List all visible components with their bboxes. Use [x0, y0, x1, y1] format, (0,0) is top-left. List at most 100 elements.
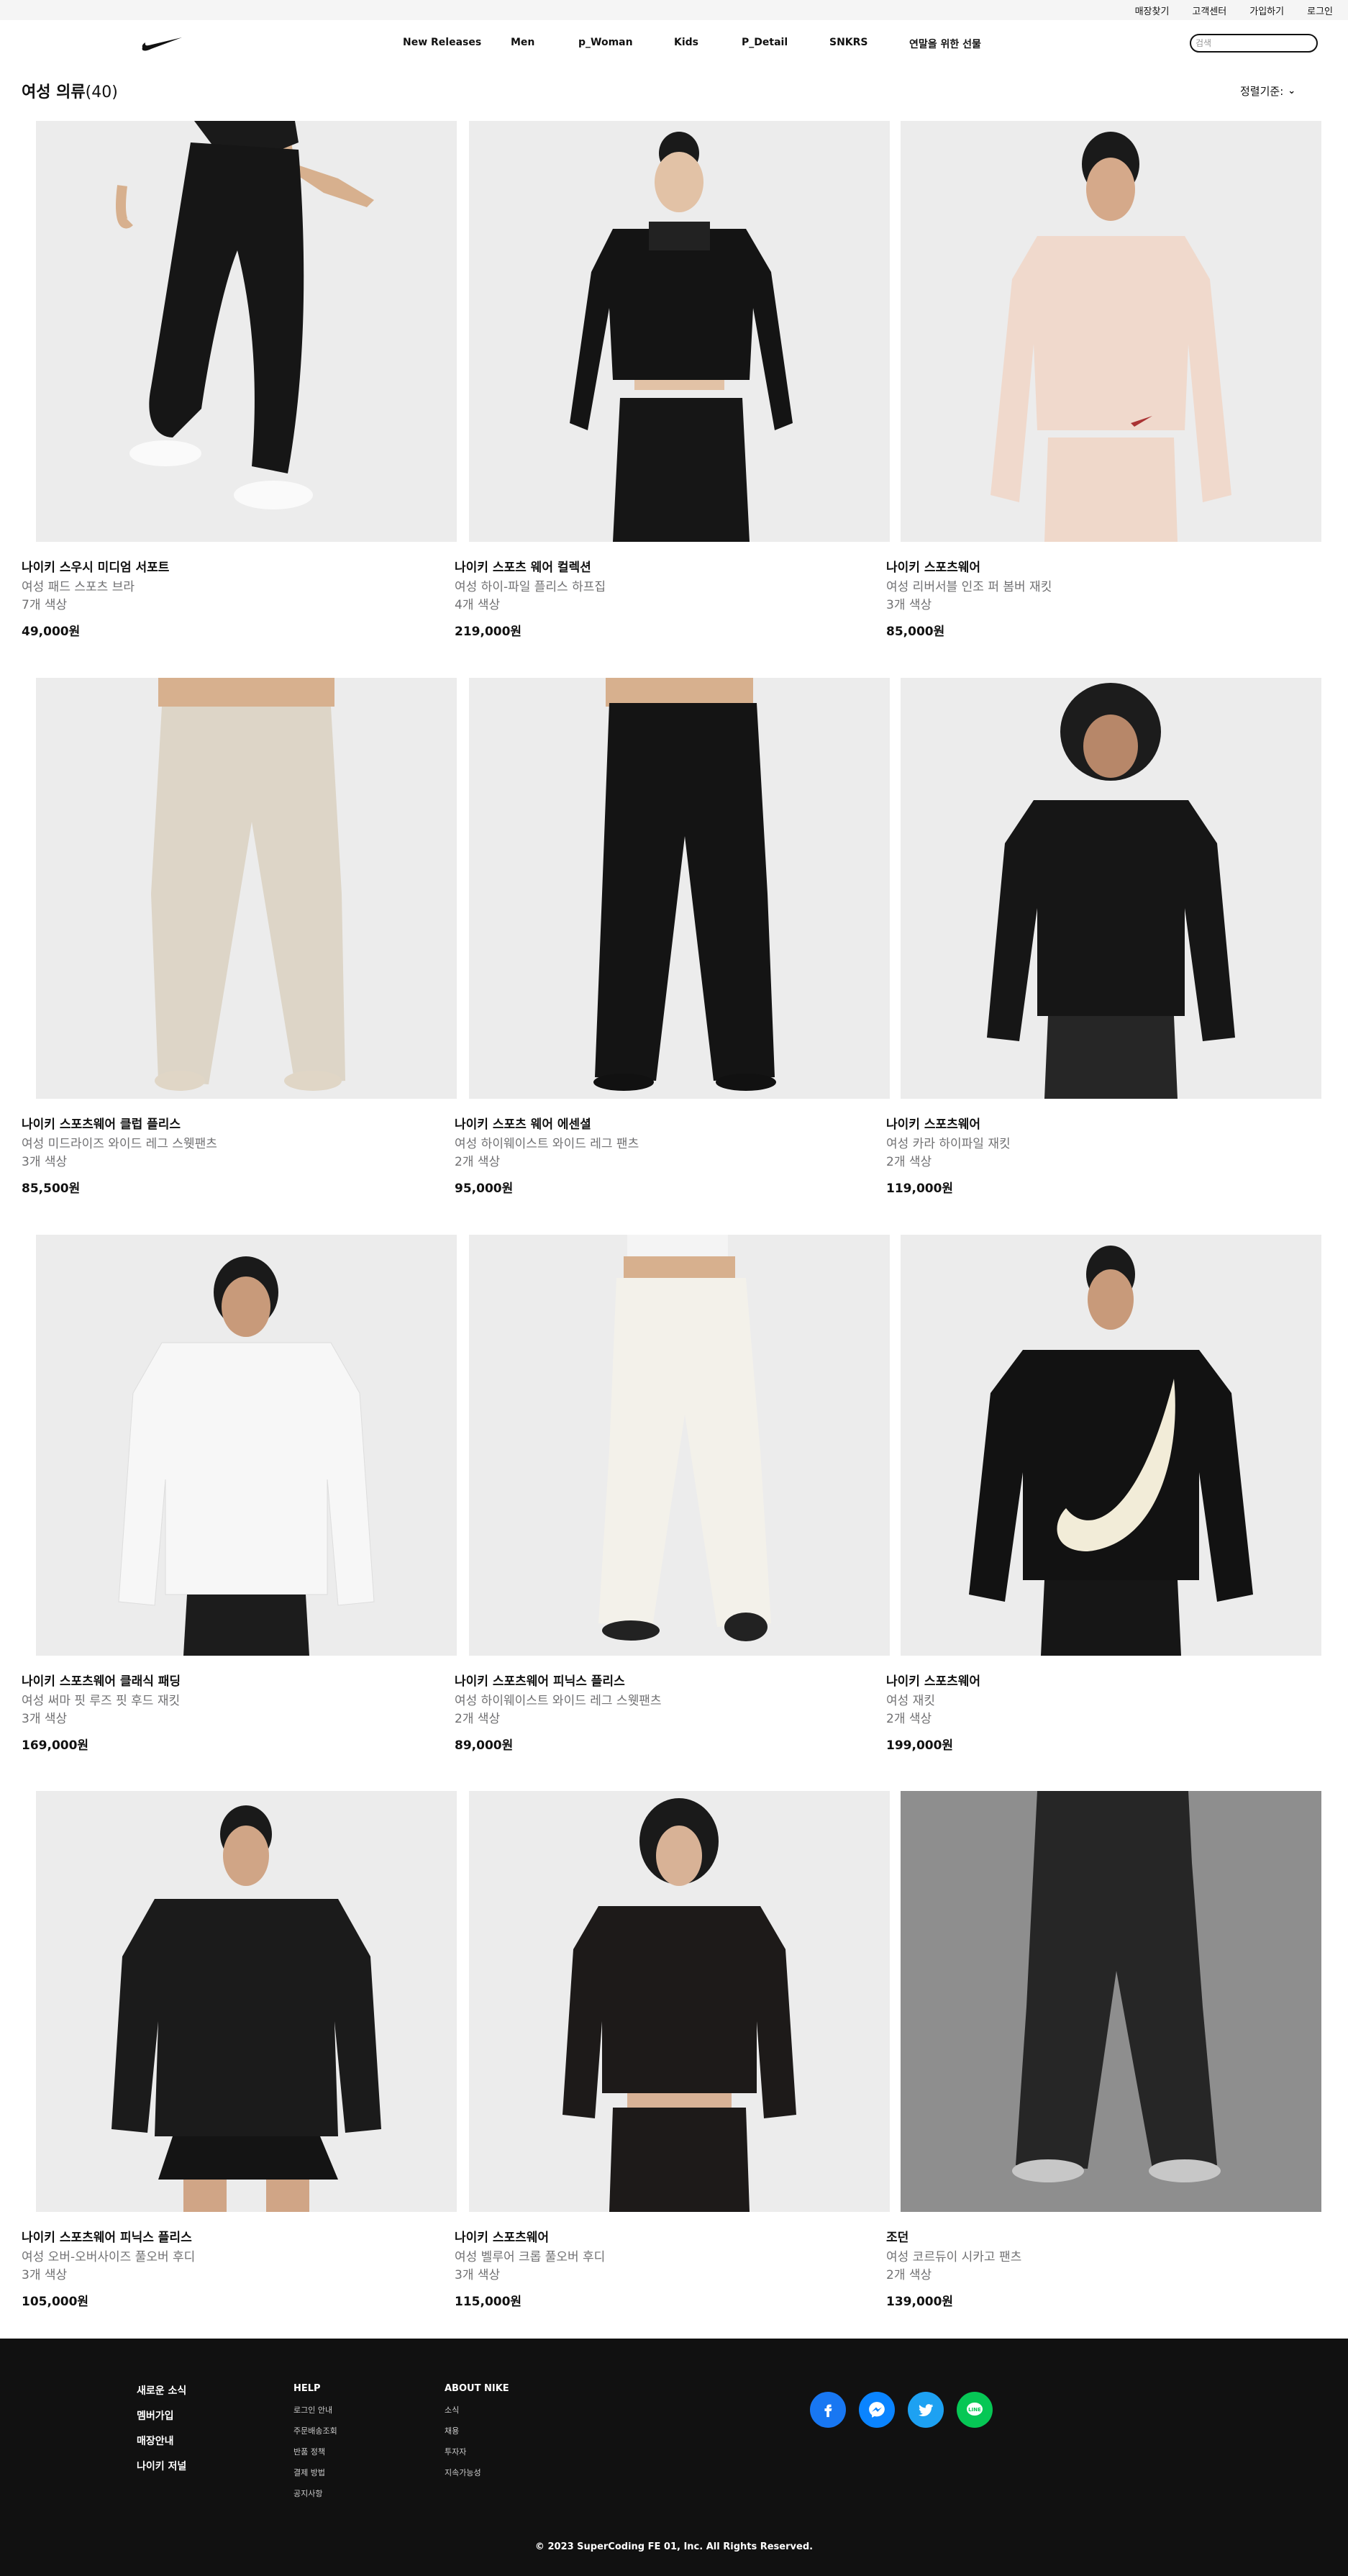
- footer-main-links: 새로운 소식 멤버가입 매장안내 나이키 저널: [137, 2383, 186, 2484]
- nav-men[interactable]: Men: [511, 37, 534, 48]
- utility-bar: 매장찾기 고객센터 가입하기 로그인: [0, 0, 1348, 20]
- product-price: 85,000원: [886, 625, 945, 639]
- product-subtitle: 여성 미드라이즈 와이드 레그 스웻팬츠: [22, 1137, 217, 1151]
- product-subtitle: 여성 하이웨이스트 와이드 레그 팬츠: [455, 1137, 639, 1151]
- product-subtitle: 여성 써마 핏 루즈 핏 후드 재킷: [22, 1694, 181, 1708]
- product-name[interactable]: 나이키 스포츠웨어 피닉스 플리스: [455, 1671, 625, 1689]
- product-price: 139,000원: [886, 2295, 954, 2309]
- customer-service-link[interactable]: 고객센터: [1192, 4, 1226, 17]
- sort-label: 정렬기준:: [1240, 85, 1284, 98]
- product-subtitle: 여성 카라 하이파일 재킷: [886, 1137, 1011, 1151]
- product-image[interactable]: [901, 121, 1321, 542]
- footer-about-heading: ABOUT NIKE: [445, 2383, 509, 2394]
- product-colors: 2개 색상: [455, 1155, 501, 1169]
- main-nav: New Releases Men p_Woman Kids P_Detail S…: [0, 20, 1348, 66]
- nav-gifts[interactable]: 연말을 위한 선물: [909, 37, 981, 51]
- product-subtitle: 여성 재킷: [886, 1694, 935, 1708]
- product-image[interactable]: [469, 678, 890, 1099]
- footer-help-link[interactable]: 반품 정책: [293, 2446, 337, 2457]
- product-image[interactable]: [901, 1791, 1321, 2212]
- search-box[interactable]: [1190, 34, 1318, 53]
- footer-help-link[interactable]: 로그인 안내: [293, 2404, 337, 2416]
- product-name[interactable]: 나이키 스포츠웨어 클럽 플리스: [22, 1114, 181, 1132]
- nav-links: New Releases Men p_Woman Kids P_Detail S…: [0, 20, 1348, 66]
- footer-help-link[interactable]: 결제 방법: [293, 2467, 337, 2478]
- join-link[interactable]: 가입하기: [1249, 4, 1284, 17]
- product-colors: 3개 색상: [22, 1712, 68, 1726]
- product-price: 115,000원: [455, 2295, 522, 2309]
- chevron-down-icon: ⌄: [1288, 86, 1296, 96]
- product-colors: 3개 색상: [22, 2268, 68, 2282]
- product-name[interactable]: 나이키 스포츠웨어: [886, 1114, 980, 1132]
- footer-about-link[interactable]: 투자자: [445, 2446, 509, 2457]
- product-image[interactable]: [36, 121, 457, 542]
- product-image[interactable]: [469, 1235, 890, 1656]
- footer-membership-link[interactable]: 멤버가입: [137, 2408, 186, 2423]
- product-image[interactable]: [36, 678, 457, 1099]
- product-subtitle: 여성 오버-오버사이즈 풀오버 후디: [22, 2250, 196, 2264]
- login-link[interactable]: 로그인: [1307, 4, 1333, 17]
- nav-snkrs[interactable]: SNKRS: [829, 37, 868, 48]
- product-image[interactable]: [36, 1235, 457, 1656]
- line-icon[interactable]: LINE: [957, 2392, 993, 2428]
- store-locator-link[interactable]: 매장찾기: [1135, 4, 1170, 17]
- footer-help-link[interactable]: 공지사항: [293, 2487, 337, 2499]
- product-colors: 2개 색상: [886, 1155, 932, 1169]
- product-name[interactable]: 나이키 스포츠 웨어 에센셜: [455, 1114, 591, 1132]
- product-subtitle: 여성 하이웨이스트 와이드 레그 스웻팬츠: [455, 1694, 662, 1708]
- footer-about-link[interactable]: 소식: [445, 2404, 509, 2416]
- footer-journal-link[interactable]: 나이키 저널: [137, 2459, 186, 2473]
- product-subtitle: 여성 코르듀이 시카고 팬츠: [886, 2250, 1022, 2264]
- page-title-text: 여성 의류: [22, 83, 86, 101]
- product-colors: 7개 색상: [22, 598, 68, 612]
- product-price: 119,000원: [886, 1182, 954, 1196]
- footer-news-link[interactable]: 새로운 소식: [137, 2383, 186, 2398]
- facebook-icon[interactable]: [810, 2392, 846, 2428]
- product-name[interactable]: 나이키 스포츠웨어 피닉스 플리스: [22, 2227, 192, 2245]
- product-name[interactable]: 나이키 스포츠웨어: [455, 2227, 549, 2245]
- product-subtitle: 여성 패드 스포츠 브라: [22, 580, 135, 594]
- footer: 새로운 소식 멤버가입 매장안내 나이키 저널 HELP 로그인 안내 주문배송…: [0, 2339, 1348, 2576]
- nav-new-releases[interactable]: New Releases: [403, 37, 481, 48]
- product-name[interactable]: 나이키 스포츠웨어: [886, 557, 980, 575]
- search-input[interactable]: [1196, 38, 1311, 48]
- product-colors: 2개 색상: [886, 1712, 932, 1726]
- product-image[interactable]: [469, 121, 890, 542]
- footer-help-link[interactable]: 주문배송조회: [293, 2425, 337, 2436]
- footer-about-link[interactable]: 채용: [445, 2425, 509, 2436]
- footer-store-link[interactable]: 매장안내: [137, 2434, 186, 2448]
- product-price: 219,000원: [455, 625, 522, 639]
- messenger-icon[interactable]: [859, 2392, 895, 2428]
- sort-dropdown[interactable]: 정렬기준: ⌄: [1240, 83, 1295, 99]
- twitter-icon[interactable]: [908, 2392, 944, 2428]
- product-price: 49,000원: [22, 625, 81, 639]
- product-name[interactable]: 나이키 스포츠웨어 클래식 패딩: [22, 1671, 181, 1689]
- product-colors: 2개 색상: [886, 2268, 932, 2282]
- product-image[interactable]: [901, 678, 1321, 1099]
- footer-help-column: HELP 로그인 안내 주문배송조회 반품 정책 결제 방법 공지사항: [293, 2383, 337, 2508]
- product-name[interactable]: 조던: [886, 2227, 908, 2245]
- product-subtitle: 여성 하이-파일 플리스 하프집: [455, 580, 606, 594]
- svg-text:LINE: LINE: [968, 2407, 981, 2413]
- product-price: 169,000원: [22, 1738, 89, 1753]
- product-subtitle: 여성 리버서블 인조 퍼 봄버 재킷: [886, 580, 1052, 594]
- product-name[interactable]: 나이키 스우시 미디엄 서포트: [22, 557, 169, 575]
- product-name[interactable]: 나이키 스포츠 웨어 컬렉션: [455, 557, 591, 575]
- product-price: 85,500원: [22, 1182, 81, 1196]
- product-price: 89,000원: [455, 1738, 514, 1753]
- nav-woman[interactable]: p_Woman: [578, 37, 633, 48]
- product-name[interactable]: 나이키 스포츠웨어: [886, 1671, 980, 1689]
- social-links: LINE: [810, 2392, 993, 2428]
- product-colors: 3개 색상: [455, 2268, 501, 2282]
- product-colors: 3개 색상: [22, 1155, 68, 1169]
- product-image[interactable]: [36, 1791, 457, 2212]
- product-colors: 3개 색상: [886, 598, 932, 612]
- product-image[interactable]: [469, 1791, 890, 2212]
- product-price: 95,000원: [455, 1182, 514, 1196]
- footer-help-heading: HELP: [293, 2383, 321, 2394]
- footer-about-link[interactable]: 지속가능성: [445, 2467, 509, 2478]
- product-image[interactable]: [901, 1235, 1321, 1656]
- nav-detail[interactable]: P_Detail: [742, 37, 788, 48]
- product-price: 105,000원: [22, 2295, 89, 2309]
- nav-kids[interactable]: Kids: [674, 37, 698, 48]
